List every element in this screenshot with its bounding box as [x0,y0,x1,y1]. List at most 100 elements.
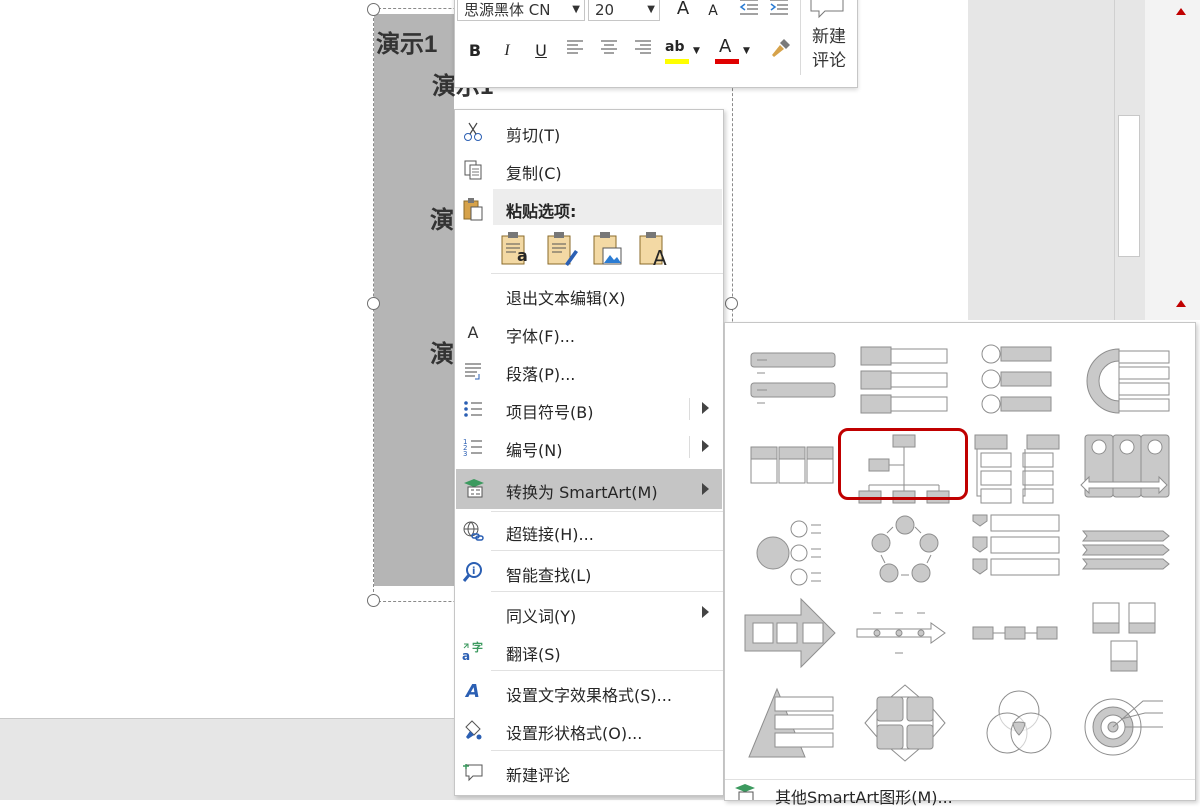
menu-item-label: 段落(P)... [506,365,576,384]
chevron-down-icon: ▼ [647,4,655,15]
smartart-layout-picture-org[interactable] [1079,593,1179,679]
smartart-layout-target-list[interactable] [1079,341,1179,427]
resize-handle[interactable] [367,3,380,16]
smartart-layout-continuous-block-process[interactable] [969,593,1069,679]
font-name-dropdown[interactable]: 思源黑体 CN ▼ [457,0,585,21]
smartart-layout-radial-list[interactable] [743,513,843,599]
new-comment-icon [462,761,484,783]
paste-text-only-button[interactable]: A [637,230,671,270]
highlight-swatch [665,59,689,64]
paste-keep-source-icon [501,232,525,265]
menu-item-smart-lookup[interactable]: i 智能查找(L) [456,553,722,591]
smartart-layout-horizontal-list[interactable] [743,433,843,519]
chevron-down-icon: ▼ [743,46,750,56]
menu-item-hyperlink[interactable]: 超链接(H)... [456,512,722,550]
menu-item-copy[interactable]: 复制(C) [456,151,722,189]
bold-button[interactable]: B [461,37,489,65]
smartart-layout-process-arrows[interactable] [743,593,843,679]
menu-item-label: 退出文本编辑(X) [506,289,626,308]
align-left-icon [567,40,583,54]
smartart-layout-matrix[interactable] [855,683,955,769]
menu-item-label: 粘贴选项: [506,202,577,221]
grow-font-button[interactable]: A [669,0,697,23]
translate-icon: a字 [462,640,484,663]
format-painter-icon [772,39,790,57]
underline-button[interactable]: U [527,37,555,65]
smartart-layout-pyramid-list[interactable] [743,683,843,769]
paste-keep-source-button[interactable]: a [499,230,533,268]
resize-handle[interactable] [367,594,380,607]
smartart-gallery: 其他SmartArt图形(M)... [724,322,1196,807]
menu-item-shape-format[interactable]: 设置形状格式(O)... [456,711,722,749]
highlight-color-button[interactable]: ab ▼ [663,37,703,65]
far-right-pane [1145,0,1200,320]
menu-item-translate[interactable]: a字 翻译(S) [456,632,722,670]
menu-item-synonyms[interactable]: 同义词(Y) [456,594,722,632]
bullets-icon [462,398,484,420]
smartart-layout-vertical-circle-list[interactable] [969,341,1069,427]
chevron-down-icon: ▼ [693,46,700,56]
paste-icon [462,197,484,221]
smartart-layout-basic-block-list[interactable] [743,341,843,427]
svg-text:3: 3 [463,450,467,458]
increase-indent-button[interactable] [765,0,793,23]
menu-item-exit-text-edit[interactable]: 退出文本编辑(X) [456,276,722,314]
decrease-indent-icon [739,0,758,15]
menu-separator [491,591,723,592]
slide-text-line[interactable]: 演示1 [376,24,437,59]
smartart-layout-stacked-list[interactable] [1079,433,1179,519]
menu-item-label: 编号(N) [506,441,563,460]
slide-text-line[interactable]: 演 [430,200,454,235]
smartart-layout-table-hierarchy[interactable] [969,433,1069,519]
align-center-button[interactable] [595,37,623,65]
menu-item-cut[interactable]: 剪切(T) [456,113,722,151]
smartart-layout-venn[interactable] [969,683,1069,769]
resize-handle[interactable] [725,297,738,310]
menu-item-paragraph[interactable]: 段落(P)... [456,352,722,390]
increase-indent-icon [770,0,788,15]
collapse-arrow-icon[interactable] [1176,300,1186,307]
font-color-button[interactable]: A ▼ [713,36,753,65]
new-comment-button[interactable]: 新建 评论 [807,25,851,73]
smartart-icon [733,782,757,804]
menu-item-new-comment[interactable]: 新建评论 [456,753,722,791]
decrease-indent-button[interactable] [735,0,763,23]
menu-item-convert-smartart[interactable]: 转换为 SmartArt(M) [456,469,722,509]
paste-merge-format-button[interactable] [545,230,579,268]
submenu-arrow-icon [702,483,709,495]
menu-item-paste-options: 粘贴选项: [456,189,722,227]
font-color-icon: A [719,36,732,57]
paste-picture-button[interactable] [591,230,625,268]
smartart-gallery-footer[interactable]: 其他SmartArt图形(M)... [725,779,1195,807]
align-right-button[interactable] [629,37,657,65]
format-painter-button[interactable] [767,37,795,65]
menu-item-font[interactable]: A 字体(F)... [456,314,722,352]
menu-item-label: 项目符号(B) [506,403,594,422]
numbering-icon: 123 [462,436,484,458]
menu-item-bullets[interactable]: 项目符号(B) [456,390,722,428]
slide-text-line[interactable]: 演 [430,334,454,369]
italic-button[interactable]: I [493,37,521,65]
smartart-layout-target[interactable] [1079,683,1179,769]
font-size-value: 20 [595,1,615,19]
resize-handle[interactable] [367,297,380,310]
menu-item-label: 新建评论 [506,766,571,785]
shrink-font-button[interactable]: A [699,0,727,25]
more-smartart-label: 其他SmartArt图形(M)... [775,788,953,807]
smartart-layout-cycle[interactable] [855,513,955,599]
menu-item-numbering[interactable]: 123 编号(N) [456,428,722,466]
smartart-layout-vertical-bullet-list[interactable] [855,341,955,427]
comment-bubble-icon[interactable] [809,0,845,19]
menu-item-text-effects[interactable]: A 设置文字效果格式(S)... [456,673,722,711]
grow-font-icon: A [676,0,690,19]
align-left-button[interactable] [561,37,589,65]
smartart-layout-chevron-list[interactable] [1079,513,1179,599]
align-center-icon [601,40,617,54]
font-size-dropdown[interactable]: 20 ▼ [588,0,660,21]
menu-separator [491,750,723,751]
smartart-layout-vertical-chevron-list[interactable] [969,513,1069,599]
collapse-arrow-icon[interactable] [1176,8,1186,15]
scrollbar-thumb[interactable] [1118,115,1140,257]
font-name-value: 思源黑体 CN [464,1,551,19]
smartart-layout-basic-timeline[interactable] [855,593,955,679]
